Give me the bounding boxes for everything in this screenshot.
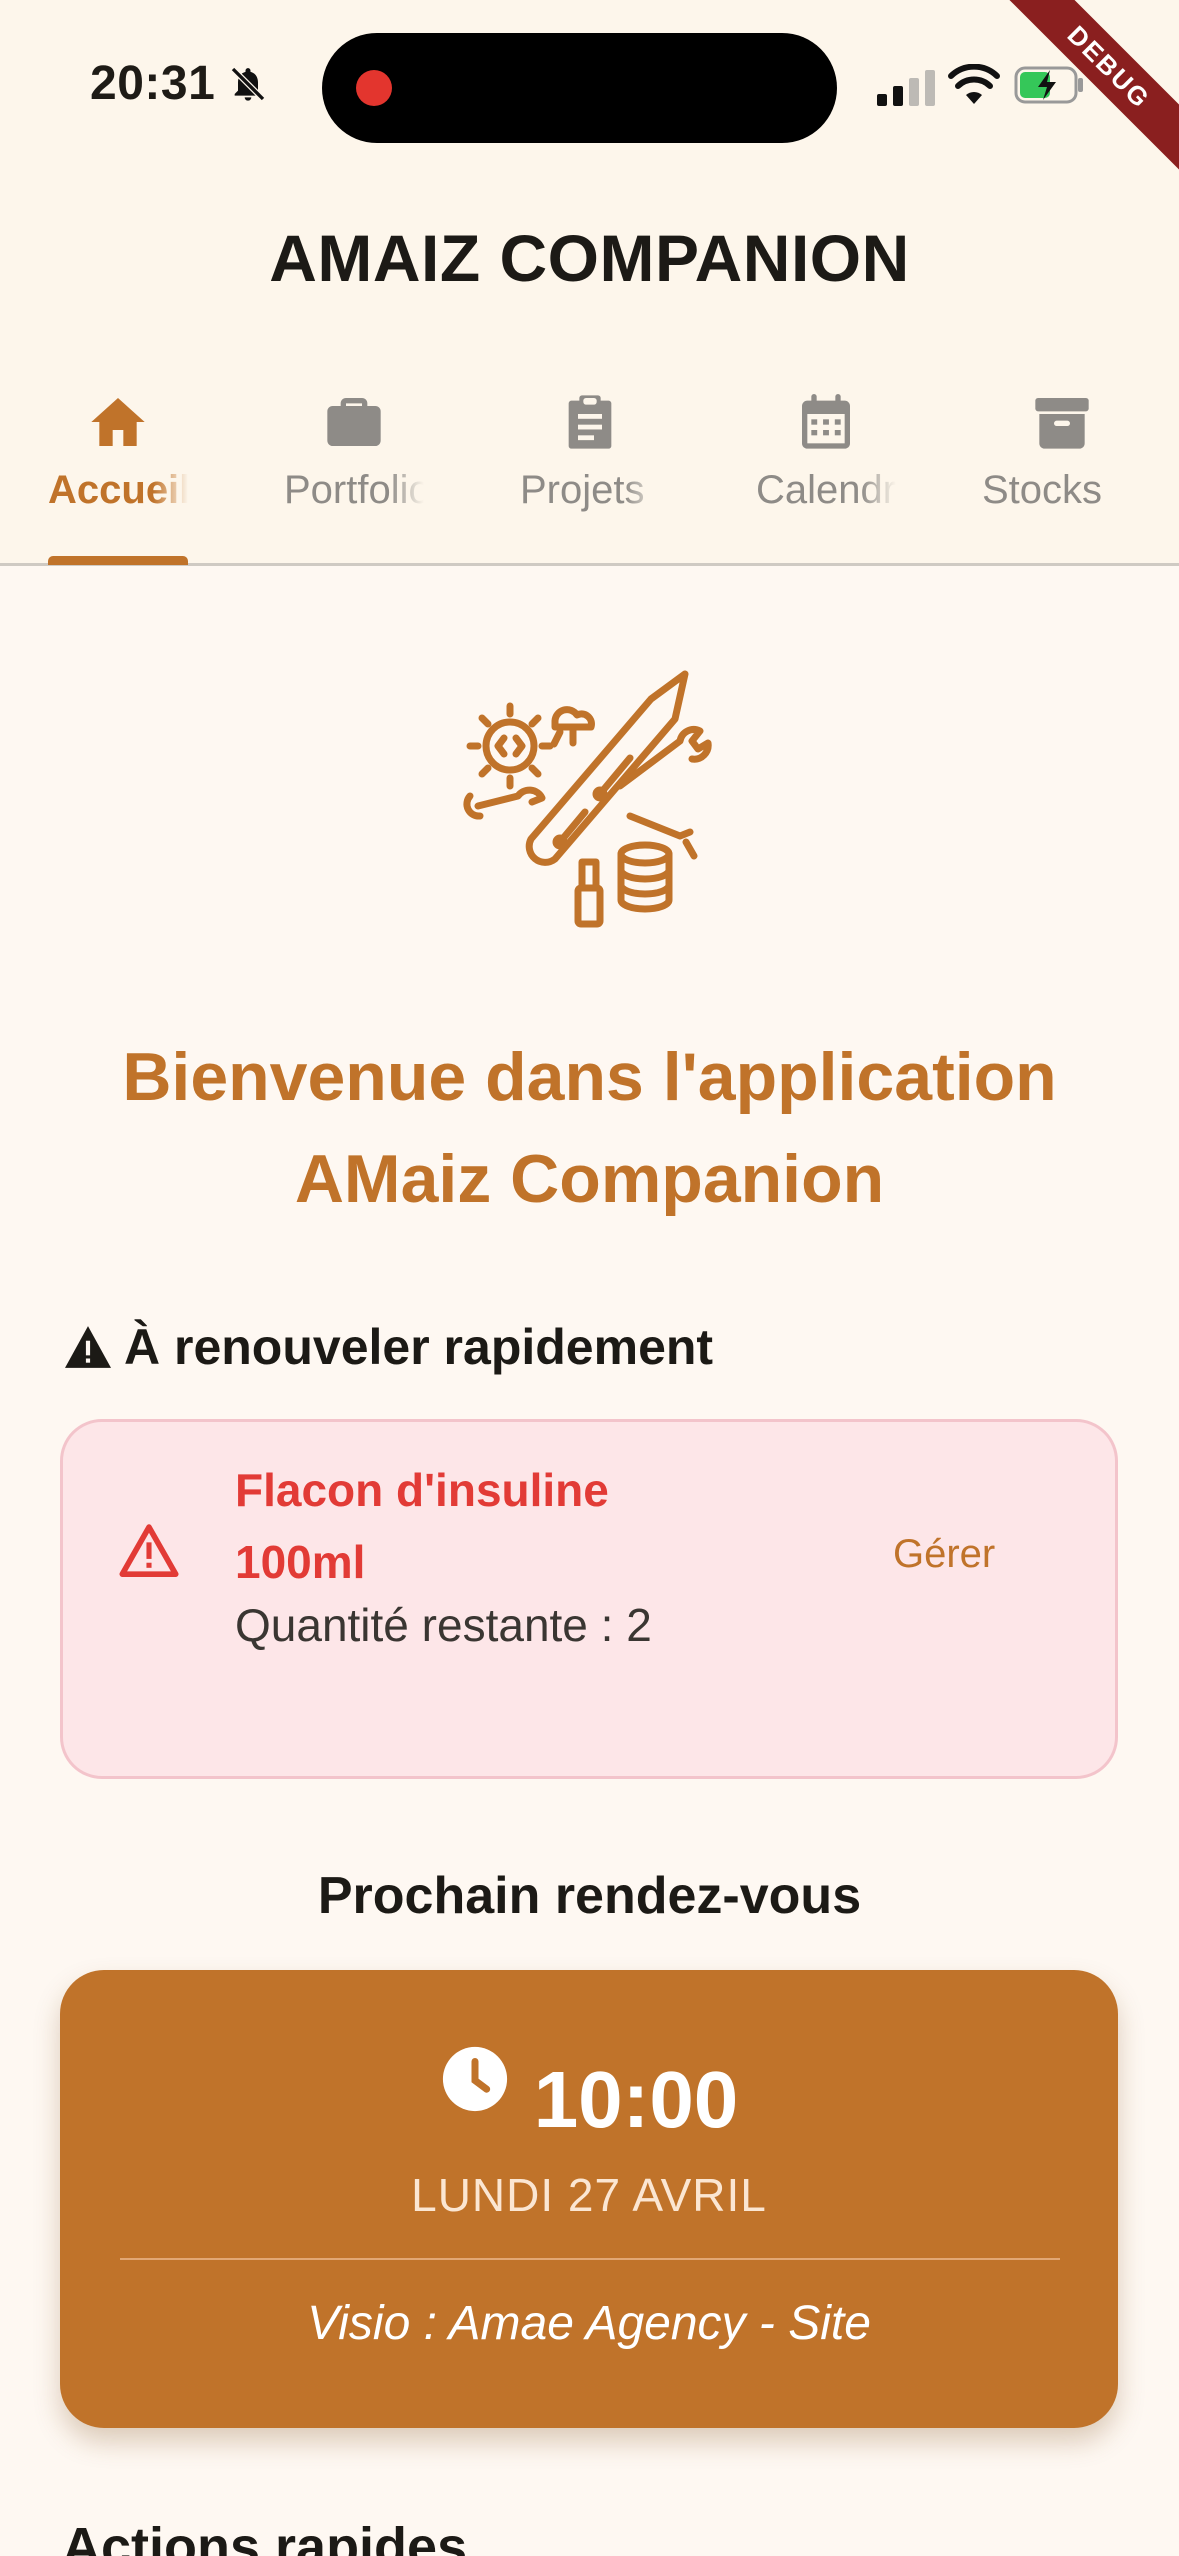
app-logo-tools-icon <box>463 670 712 928</box>
stock-item-name: Flacon d'insuline 100ml <box>235 1464 609 1588</box>
tab-label: Portfolio <box>284 468 424 512</box>
tab-portfolio[interactable]: Portfolio <box>236 380 472 563</box>
alert-triangle-icon <box>119 1524 179 1577</box>
tab-stocks[interactable]: Stocks <box>944 380 1179 563</box>
recording-indicator <box>356 70 392 106</box>
tab-bar: Accueil Portfolio Projets Calendr Stocks <box>0 380 1179 566</box>
tab-accueil[interactable]: Accueil <box>0 380 236 565</box>
quick-actions-title: Actions rapides <box>62 2517 468 2556</box>
tab-label: Projets <box>520 468 645 512</box>
home-icon <box>91 398 145 446</box>
renew-title-text: À renouveler rapidement <box>124 1319 714 1375</box>
bell-off-icon <box>230 66 266 102</box>
app-screen: 20:31 DEBUG AMAIZ COMPANION Accueil Port… <box>0 0 1179 2556</box>
renew-section-title: À renouveler rapidement <box>62 1318 713 1376</box>
clock-icon <box>442 2046 507 2112</box>
status-bar: 20:31 DEBUG <box>0 0 1179 190</box>
appointment-description: Visio : Amae Agency - Site <box>307 2297 871 2350</box>
battery-charging-icon <box>1014 66 1083 104</box>
tab-calendrier[interactable]: Calendrier <box>708 380 944 563</box>
manage-button[interactable]: Gérer <box>893 1532 995 1577</box>
warning-icon <box>65 1326 111 1368</box>
active-tab-indicator <box>48 556 188 565</box>
appointment-time-row: 10:00 <box>60 2044 1118 2146</box>
stock-item-quantity: Quantité restante : 2 <box>235 1599 652 1651</box>
cellular-signal-icon <box>877 70 935 106</box>
appointment-date: LUNDI 27 AVRIL <box>411 2169 767 2221</box>
clipboard-icon <box>568 395 612 449</box>
archive-icon <box>1035 398 1089 449</box>
briefcase-icon <box>327 398 381 446</box>
appointment-divider <box>120 2258 1060 2260</box>
next-appointment-title: Prochain rendez-vous <box>317 1867 862 1925</box>
next-appointment-card[interactable]: 10:00 LUNDI 27 AVRIL Visio : Amae Agency… <box>60 1970 1118 2428</box>
appointment-time: 10:00 <box>533 2054 739 2144</box>
home-content: Bienvenue dans l'application AMaiz Compa… <box>0 566 1179 2556</box>
status-time: 20:31 <box>90 57 216 110</box>
calendar-icon <box>802 394 850 449</box>
tab-label: Stocks <box>982 468 1103 512</box>
app-title: AMAIZ COMPANION <box>269 221 910 295</box>
tab-projets[interactable]: Projets <box>472 380 708 563</box>
dynamic-island <box>322 33 837 143</box>
tab-label: Accueil <box>48 468 188 512</box>
low-stock-card[interactable]: Flacon d'insuline 100ml Quantité restant… <box>60 1419 1118 1779</box>
wifi-icon <box>948 64 1000 104</box>
tab-label: Calendrier <box>756 468 896 512</box>
welcome-heading: Bienvenue dans l'application AMaiz Compa… <box>122 1039 1057 1217</box>
